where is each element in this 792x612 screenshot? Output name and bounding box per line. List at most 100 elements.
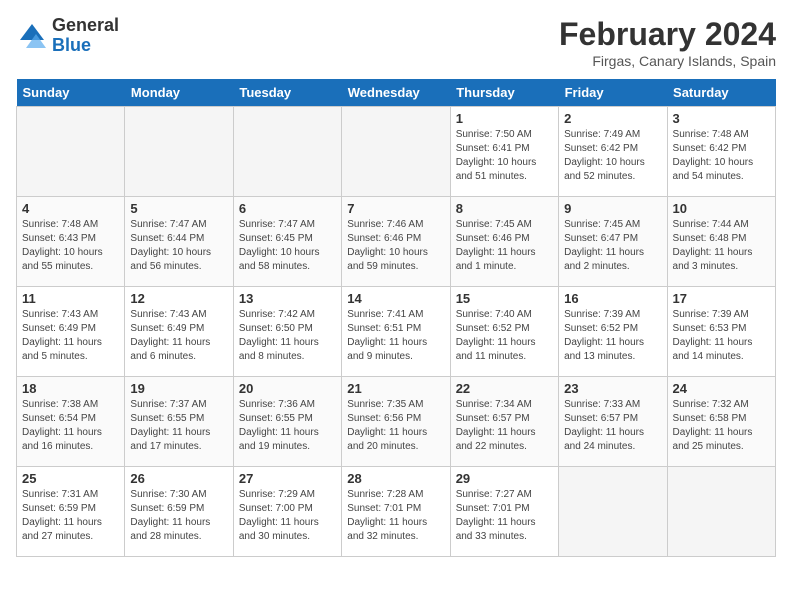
weekday-header-row: SundayMondayTuesdayWednesdayThursdayFrid… [17, 79, 776, 107]
calendar-cell [559, 467, 667, 557]
day-info: Sunrise: 7:37 AMSunset: 6:55 PMDaylight:… [130, 398, 227, 454]
calendar-cell: 25Sunrise: 7:31 AMSunset: 6:59 PMDayligh… [17, 467, 125, 557]
calendar-cell [342, 107, 450, 197]
weekday-header-wednesday: Wednesday [342, 79, 450, 107]
day-number: 16 [564, 291, 661, 306]
day-info: Sunrise: 7:42 AMSunset: 6:50 PMDaylight:… [239, 308, 336, 364]
day-info: Sunrise: 7:44 AMSunset: 6:48 PMDaylight:… [673, 218, 770, 274]
day-number: 11 [22, 291, 119, 306]
day-number: 9 [564, 201, 661, 216]
day-info: Sunrise: 7:48 AMSunset: 6:42 PMDaylight:… [673, 128, 770, 184]
day-number: 26 [130, 471, 227, 486]
logo-text: General Blue [52, 16, 119, 56]
day-info: Sunrise: 7:32 AMSunset: 6:58 PMDaylight:… [673, 398, 770, 454]
day-number: 10 [673, 201, 770, 216]
calendar-cell: 15 Sunrise: 7:40 AMSunset: 6:52 PMDayligh… [450, 287, 558, 377]
day-info: Sunrise: 7:34 AMSunset: 6:57 PMDaylight:… [456, 398, 553, 454]
day-info: Sunrise: 7:29 AMSunset: 7:00 PMDaylight:… [239, 488, 336, 544]
calendar-cell: 28 Sunrise: 7:28 AMSunset: 7:01 PMDayligh… [342, 467, 450, 557]
week-row-5: 25Sunrise: 7:31 AMSunset: 6:59 PMDayligh… [17, 467, 776, 557]
day-number: 13 [239, 291, 336, 306]
calendar-cell: 9 Sunrise: 7:45 AMSunset: 6:47 PMDaylight… [559, 197, 667, 287]
day-info: Sunrise: 7:39 AMSunset: 6:53 PMDaylight:… [673, 308, 770, 364]
calendar-cell: 21Sunrise: 7:35 AMSunset: 6:56 PMDayligh… [342, 377, 450, 467]
day-number: 18 [22, 381, 119, 396]
calendar-cell [233, 107, 341, 197]
weekday-header-friday: Friday [559, 79, 667, 107]
calendar-cell [667, 467, 775, 557]
day-info: Sunrise: 7:50 AMSunset: 6:41 PMDaylight:… [456, 128, 553, 184]
weekday-header-tuesday: Tuesday [233, 79, 341, 107]
day-info: Sunrise: 7:45 AMSunset: 6:46 PMDaylight:… [456, 218, 553, 274]
calendar-cell [125, 107, 233, 197]
day-info: Sunrise: 7:40 AMSunset: 6:52 PMDaylight:… [456, 308, 553, 364]
calendar-cell: 1 Sunrise: 7:50 AMSunset: 6:41 PMDaylight… [450, 107, 558, 197]
calendar-cell: 22 Sunrise: 7:34 AMSunset: 6:57 PMDayligh… [450, 377, 558, 467]
day-info: Sunrise: 7:43 AMSunset: 6:49 PMDaylight:… [130, 308, 227, 364]
location-subtitle: Firgas, Canary Islands, Spain [559, 53, 776, 69]
weekday-header-thursday: Thursday [450, 79, 558, 107]
weekday-header-monday: Monday [125, 79, 233, 107]
calendar-cell: 10 Sunrise: 7:44 AMSunset: 6:48 PMDayligh… [667, 197, 775, 287]
day-number: 14 [347, 291, 444, 306]
day-info: Sunrise: 7:35 AMSunset: 6:56 PMDaylight:… [347, 398, 444, 454]
day-info: Sunrise: 7:49 AMSunset: 6:42 PMDaylight:… [564, 128, 661, 184]
day-number: 19 [130, 381, 227, 396]
day-info: Sunrise: 7:47 AMSunset: 6:44 PMDaylight:… [130, 218, 227, 274]
calendar-cell [17, 107, 125, 197]
week-row-2: 4 Sunrise: 7:48 AMSunset: 6:43 PMDaylight… [17, 197, 776, 287]
day-number: 4 [22, 201, 119, 216]
day-number: 24 [673, 381, 770, 396]
day-info: Sunrise: 7:28 AMSunset: 7:01 PMDaylight:… [347, 488, 444, 544]
calendar-cell: 13 Sunrise: 7:42 AMSunset: 6:50 PMDayligh… [233, 287, 341, 377]
day-number: 20 [239, 381, 336, 396]
day-number: 22 [456, 381, 553, 396]
day-info: Sunrise: 7:47 AMSunset: 6:45 PMDaylight:… [239, 218, 336, 274]
calendar-cell: 27 Sunrise: 7:29 AMSunset: 7:00 PMDayligh… [233, 467, 341, 557]
calendar-cell: 26 Sunrise: 7:30 AMSunset: 6:59 PMDayligh… [125, 467, 233, 557]
day-info: Sunrise: 7:30 AMSunset: 6:59 PMDaylight:… [130, 488, 227, 544]
day-number: 1 [456, 111, 553, 126]
day-info: Sunrise: 7:46 AMSunset: 6:46 PMDaylight:… [347, 218, 444, 274]
calendar-cell: 19 Sunrise: 7:37 AMSunset: 6:55 PMDayligh… [125, 377, 233, 467]
day-number: 27 [239, 471, 336, 486]
calendar-cell: 29 Sunrise: 7:27 AMSunset: 7:01 PMDayligh… [450, 467, 558, 557]
day-number: 23 [564, 381, 661, 396]
header: General Blue February 2024 Firgas, Canar… [16, 16, 776, 69]
calendar-cell: 6Sunrise: 7:47 AMSunset: 6:45 PMDaylight… [233, 197, 341, 287]
weekday-header-saturday: Saturday [667, 79, 775, 107]
calendar-cell: 24 Sunrise: 7:32 AMSunset: 6:58 PMDayligh… [667, 377, 775, 467]
title-section: February 2024 Firgas, Canary Islands, Sp… [559, 16, 776, 69]
day-number: 12 [130, 291, 227, 306]
calendar-cell: 12 Sunrise: 7:43 AMSunset: 6:49 PMDayligh… [125, 287, 233, 377]
week-row-3: 11 Sunrise: 7:43 AMSunset: 6:49 PMDayligh… [17, 287, 776, 377]
weekday-header-sunday: Sunday [17, 79, 125, 107]
day-info: Sunrise: 7:38 AMSunset: 6:54 PMDaylight:… [22, 398, 119, 454]
day-number: 28 [347, 471, 444, 486]
calendar-cell: 5 Sunrise: 7:47 AMSunset: 6:44 PMDaylight… [125, 197, 233, 287]
logo: General Blue [16, 16, 119, 56]
day-number: 15 [456, 291, 553, 306]
day-number: 17 [673, 291, 770, 306]
day-info: Sunrise: 7:27 AMSunset: 7:01 PMDaylight:… [456, 488, 553, 544]
day-info: Sunrise: 7:41 AMSunset: 6:51 PMDaylight:… [347, 308, 444, 364]
month-year-title: February 2024 [559, 16, 776, 53]
calendar-cell: 18 Sunrise: 7:38 AMSunset: 6:54 PMDayligh… [17, 377, 125, 467]
calendar-table: SundayMondayTuesdayWednesdayThursdayFrid… [16, 79, 776, 557]
week-row-4: 18 Sunrise: 7:38 AMSunset: 6:54 PMDayligh… [17, 377, 776, 467]
day-info: Sunrise: 7:45 AMSunset: 6:47 PMDaylight:… [564, 218, 661, 274]
calendar-cell: 23Sunrise: 7:33 AMSunset: 6:57 PMDayligh… [559, 377, 667, 467]
calendar-cell: 2Sunrise: 7:49 AMSunset: 6:42 PMDaylight… [559, 107, 667, 197]
day-info: Sunrise: 7:43 AMSunset: 6:49 PMDaylight:… [22, 308, 119, 364]
calendar-cell: 3 Sunrise: 7:48 AMSunset: 6:42 PMDaylight… [667, 107, 775, 197]
day-number: 29 [456, 471, 553, 486]
calendar-cell: 17 Sunrise: 7:39 AMSunset: 6:53 PMDayligh… [667, 287, 775, 377]
calendar-cell: 14 Sunrise: 7:41 AMSunset: 6:51 PMDayligh… [342, 287, 450, 377]
day-number: 8 [456, 201, 553, 216]
day-info: Sunrise: 7:39 AMSunset: 6:52 PMDaylight:… [564, 308, 661, 364]
calendar-cell: 16 Sunrise: 7:39 AMSunset: 6:52 PMDayligh… [559, 287, 667, 377]
calendar-cell: 4 Sunrise: 7:48 AMSunset: 6:43 PMDaylight… [17, 197, 125, 287]
day-number: 3 [673, 111, 770, 126]
day-info: Sunrise: 7:48 AMSunset: 6:43 PMDaylight:… [22, 218, 119, 274]
day-number: 5 [130, 201, 227, 216]
